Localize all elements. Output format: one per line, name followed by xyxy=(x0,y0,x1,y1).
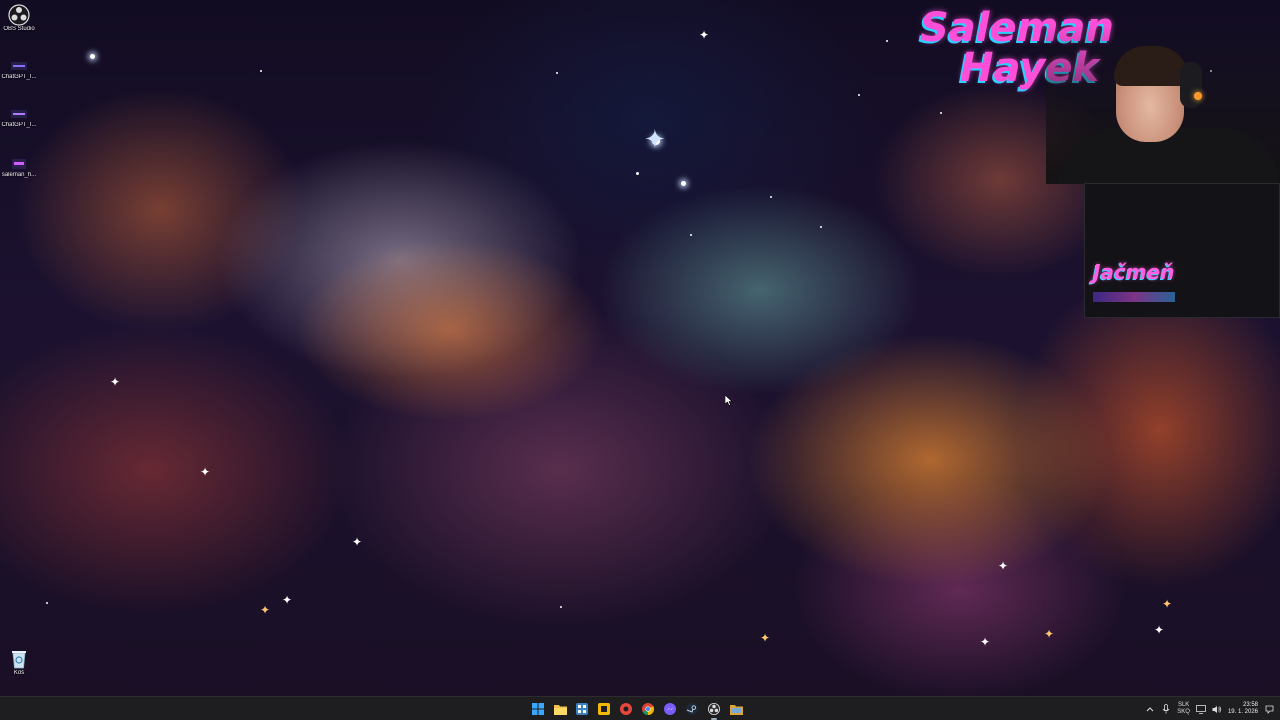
language-code: SLK xyxy=(1177,702,1190,708)
star-sparkle: ✦ xyxy=(699,28,710,42)
keyboard-layout-code: SKQ xyxy=(1177,709,1190,715)
desktop-icon-obs-studio[interactable]: OBS Studio xyxy=(0,4,38,32)
star xyxy=(940,112,942,114)
star xyxy=(690,234,692,236)
taskbar-red-app[interactable] xyxy=(618,701,634,717)
windows-start-icon xyxy=(532,703,544,715)
webcam-feed xyxy=(1046,24,1280,184)
taskbar-apps xyxy=(530,697,744,720)
star xyxy=(681,181,686,186)
image-file-icon xyxy=(11,110,27,118)
star-sparkle: ✦ xyxy=(282,593,293,607)
star-sparkle: ✦ xyxy=(352,535,363,549)
taskbar-file-explorer[interactable] xyxy=(552,701,568,717)
grid-app-icon xyxy=(576,703,588,715)
chat-panel-title: Jačmeň xyxy=(1093,260,1175,284)
microphone-icon[interactable] xyxy=(1161,704,1171,714)
star-sparkle: ✦ xyxy=(110,375,121,389)
taskbar-app-grid[interactable] xyxy=(574,701,590,717)
taskbar-folder-window[interactable] xyxy=(728,701,744,717)
desktop-icon-label: ChatGPT_I... xyxy=(1,122,37,128)
desktop-icon-chatgpt-image-1[interactable]: ChatGPT_I... xyxy=(0,58,38,80)
star xyxy=(858,94,860,96)
taskbar-obs[interactable] xyxy=(706,701,722,720)
star xyxy=(556,72,558,74)
stream-chat-panel: Jačmeň xyxy=(1084,183,1280,318)
star xyxy=(886,40,888,42)
network-icon[interactable] xyxy=(1196,704,1206,714)
star xyxy=(90,54,95,59)
show-hidden-icons-chevron-icon[interactable] xyxy=(1145,704,1155,714)
desktop-icon-recycle-bin[interactable]: Kôš xyxy=(0,648,38,676)
recycle-bin-icon xyxy=(12,651,26,669)
open-folder-icon xyxy=(729,704,743,715)
star xyxy=(636,172,639,175)
notifications-icon[interactable] xyxy=(1264,704,1274,714)
star-sparkle: ✦ xyxy=(998,559,1009,573)
star-sparkle: ✦ xyxy=(260,603,271,617)
taskbar-messenger[interactable] xyxy=(662,701,678,717)
clock-time: 23:58 xyxy=(1242,702,1258,708)
webcam-person-hair xyxy=(1114,46,1188,86)
star xyxy=(820,226,822,228)
start-button[interactable] xyxy=(530,701,546,717)
input-language-indicator[interactable]: SLK SKQ xyxy=(1177,702,1190,716)
star-sparkle: ✦ xyxy=(760,631,771,645)
star xyxy=(46,602,48,604)
headphones xyxy=(1180,62,1202,108)
steam-icon xyxy=(686,703,698,715)
obs-icon xyxy=(708,703,720,715)
messenger-icon xyxy=(664,703,676,715)
desktop-icon-saleman-image[interactable]: saleman_h... xyxy=(0,156,38,178)
image-file-icon xyxy=(11,62,27,70)
taskbar-yellow-app[interactable] xyxy=(596,701,612,717)
desktop-icon-label: saleman_h... xyxy=(1,172,37,178)
taskbar: SLK SKQ 23:58 19. 1. 2026 xyxy=(0,696,1280,720)
star-sparkle: ✦ xyxy=(1154,623,1165,637)
yellow-square-app-icon xyxy=(598,703,610,715)
desktop-icon-label: OBS Studio xyxy=(3,26,35,32)
star-sparkle: ✦ xyxy=(200,465,211,479)
mouse-cursor-icon xyxy=(725,395,733,406)
chrome-icon xyxy=(642,703,654,715)
star-sparkle: ✦ xyxy=(1044,627,1055,641)
red-circle-app-icon xyxy=(620,703,632,715)
obs-studio-icon xyxy=(8,4,30,26)
star xyxy=(770,196,772,198)
star xyxy=(560,606,562,608)
desktop-icon-label: Kôš xyxy=(13,670,25,676)
taskbar-steam[interactable] xyxy=(684,701,700,717)
star-sparkle: ✦ xyxy=(980,635,991,649)
desktop-icon-chatgpt-image-2[interactable]: ChatGPT_I... xyxy=(0,106,38,128)
volume-icon[interactable] xyxy=(1212,704,1222,714)
clock-date: 19. 1. 2026 xyxy=(1227,709,1258,715)
desktop-icon-label: ChatGPT_I... xyxy=(1,74,37,80)
star xyxy=(260,70,262,72)
taskbar-clock[interactable]: 23:58 19. 1. 2026 xyxy=(1228,702,1258,716)
headphone-light xyxy=(1194,92,1202,100)
star-sparkle: ✦ xyxy=(644,124,666,154)
folder-icon xyxy=(553,704,567,715)
system-tray: SLK SKQ 23:58 19. 1. 2026 xyxy=(1145,697,1280,720)
image-file-icon xyxy=(12,159,26,169)
star-sparkle: ✦ xyxy=(1162,597,1173,611)
taskbar-chrome[interactable] xyxy=(640,701,656,717)
chat-panel-subtitle-graphic xyxy=(1093,292,1175,302)
